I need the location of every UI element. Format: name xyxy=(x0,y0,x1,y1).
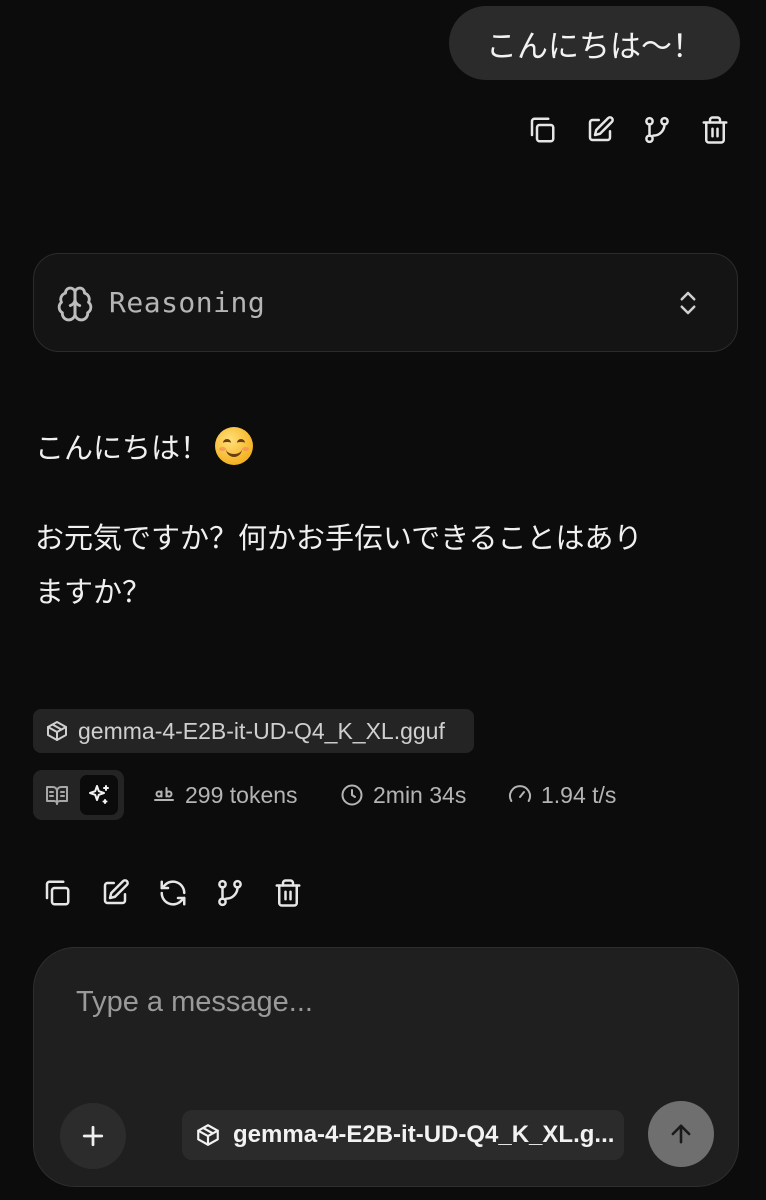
delete-assistant-message-button[interactable] xyxy=(268,873,308,913)
view-toggle-group xyxy=(33,770,124,820)
whole-word-icon xyxy=(154,787,174,801)
token-count-stat: 299 tokens xyxy=(152,778,298,812)
message-input[interactable] xyxy=(76,982,676,1022)
gauge-icon xyxy=(509,785,531,802)
package-icon xyxy=(197,1124,219,1146)
trash-icon xyxy=(275,879,301,907)
regenerate-icon xyxy=(160,880,186,906)
edit-user-message-button[interactable] xyxy=(580,110,620,150)
assistant-paragraph-line: ますか？ xyxy=(35,575,152,609)
speed: 1.94 t/s xyxy=(541,781,617,808)
reasoning-label: Reasoning xyxy=(109,286,266,319)
duration-stat: 2min 34s xyxy=(340,778,466,812)
sparkles-view-toggle[interactable] xyxy=(80,775,118,815)
clock-icon xyxy=(341,784,363,806)
assistant-message-paragraph-2: お元気ですか？何かお手伝いできることはあり ますか？ xyxy=(35,511,643,619)
trash-icon xyxy=(702,116,728,144)
speed-stat: 1.94 t/s xyxy=(508,778,616,812)
book-open-icon xyxy=(46,786,68,805)
model-badge: gemma-4-E2B-it-UD-Q4_K_XL.gguf xyxy=(33,709,474,753)
regenerate-button[interactable] xyxy=(153,873,193,913)
delete-user-message-button[interactable] xyxy=(695,110,735,150)
branch-user-message-button[interactable] xyxy=(637,110,677,150)
chevrons-up-down-icon[interactable] xyxy=(673,288,703,318)
copy-icon xyxy=(45,880,70,906)
model-selector-label: gemma-4-E2B-it-UD-Q4_K_XL.g... xyxy=(233,1121,615,1148)
branch-icon xyxy=(218,879,242,907)
user-message-bubble: こんにちは〜！ xyxy=(449,6,740,80)
assistant-message-line-1: こんにちは！ xyxy=(35,421,254,475)
edit-icon xyxy=(103,879,129,905)
edit-assistant-message-button[interactable] xyxy=(95,873,135,913)
message-composer: gemma-4-E2B-it-UD-Q4_K_XL.g... xyxy=(33,947,739,1187)
branch-icon xyxy=(645,116,669,144)
copy-icon xyxy=(530,117,555,143)
token-count: 299 tokens xyxy=(185,781,298,808)
copy-assistant-message-button[interactable] xyxy=(37,873,77,913)
edit-icon xyxy=(588,116,614,142)
package-icon xyxy=(47,721,67,741)
assistant-paragraph-line: お元気ですか？何かお手伝いできることはあり xyxy=(35,521,643,555)
reading-view-toggle[interactable] xyxy=(38,775,76,815)
assistant-greeting: こんにちは！ xyxy=(35,431,210,465)
send-button[interactable] xyxy=(648,1101,714,1167)
user-message-text: こんにちは〜！ xyxy=(486,28,703,65)
duration: 2min 34s xyxy=(373,781,467,808)
sparkles-icon xyxy=(89,785,109,804)
model-name: gemma-4-E2B-it-UD-Q4_K_XL.gguf xyxy=(78,717,445,744)
smiling-face-emoji xyxy=(215,427,254,465)
plus-icon xyxy=(82,1125,104,1147)
model-selector[interactable]: gemma-4-E2B-it-UD-Q4_K_XL.g... xyxy=(182,1110,624,1160)
branch-assistant-message-button[interactable] xyxy=(210,873,250,913)
add-attachment-button[interactable] xyxy=(60,1103,126,1169)
arrow-up-icon xyxy=(671,1124,691,1144)
reasoning-panel[interactable]: Reasoning xyxy=(33,253,738,352)
copy-user-message-button[interactable] xyxy=(522,110,562,150)
brain-icon xyxy=(57,286,93,322)
